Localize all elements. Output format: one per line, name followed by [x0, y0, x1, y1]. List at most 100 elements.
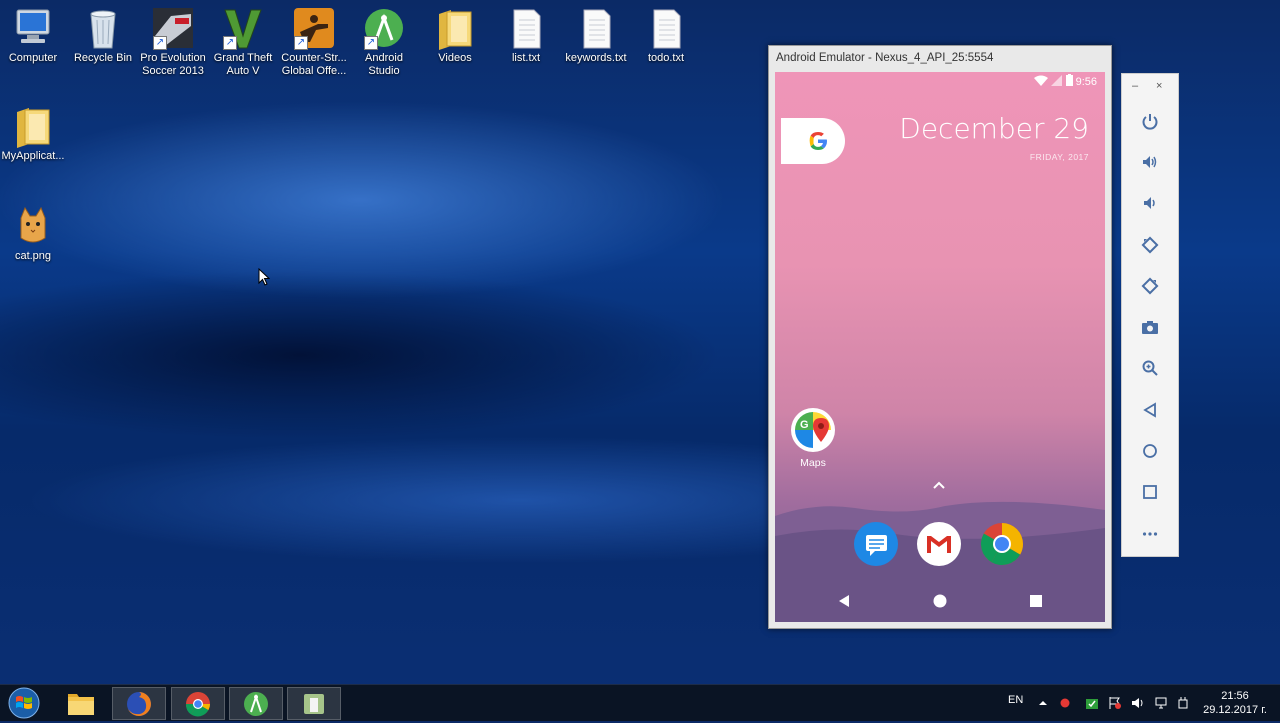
speaker-icon[interactable] [1131, 696, 1145, 710]
windows-logo-icon [8, 687, 40, 719]
computer-desktop-icon[interactable]: Computer [0, 6, 69, 65]
android-emulator-window[interactable]: Android Emulator - Nexus_4_API_25:5554 9… [768, 45, 1112, 629]
volume-up-button[interactable] [1122, 141, 1178, 182]
home-nav-button[interactable] [933, 594, 947, 611]
shortcut-arrow-icon: ↗ [153, 36, 167, 50]
power-icon [1142, 113, 1158, 130]
emulator-title: Android Emulator - Nexus_4_API_25:5554 [776, 52, 994, 64]
desktop-icon-label: Computer [8, 52, 58, 64]
taskbar-emulator[interactable] [287, 687, 341, 720]
google-search-widget[interactable] [781, 118, 845, 164]
shortcut-arrow-icon: ↗ [223, 36, 237, 50]
date-weekday: FRIDAY, 2017 [1029, 152, 1089, 162]
desktop-icon-label: Counter-Str... Global Offe... [281, 52, 347, 77]
start-button[interactable] [4, 686, 44, 720]
more-options-button[interactable] [1122, 513, 1178, 554]
more-dots-icon [1142, 532, 1158, 536]
shortcut-arrow-icon: ↗ [294, 36, 308, 50]
android-studio-taskbar-icon [244, 691, 268, 716]
maps-app-shortcut[interactable]: G Maps [791, 408, 835, 469]
maps-label: Maps [800, 457, 826, 469]
gmail-app-icon[interactable] [917, 522, 961, 566]
csgo-icon: ↗ [292, 6, 336, 50]
power-plug-icon[interactable] [1176, 696, 1190, 710]
camera-icon [1142, 321, 1158, 335]
language-indicator[interactable]: EN [1008, 694, 1023, 706]
svg-text:G: G [800, 419, 809, 431]
update-check-tray-icon[interactable] [1085, 696, 1099, 710]
folder-icon [11, 104, 55, 148]
desktop-icon-label: cat.png [14, 250, 52, 262]
list-txt-desktop-icon[interactable]: list.txt [490, 6, 562, 65]
wifi-icon [1034, 75, 1051, 88]
videos-desktop-icon[interactable]: Videos [419, 6, 491, 65]
volume-up-icon [1143, 155, 1157, 168]
emulator-toolbar: – × [1121, 73, 1179, 557]
android-status-bar: 9:56 [775, 72, 1105, 92]
android-studio-icon: ↗ [362, 6, 406, 50]
text-file-icon [574, 6, 618, 50]
recycle-bin-desktop-icon[interactable]: Recycle Bin [67, 6, 139, 65]
back-button[interactable] [1122, 389, 1178, 430]
network-icon[interactable] [1154, 696, 1168, 710]
desktop-icon-label: Pro Evolution Soccer 2013 [140, 52, 206, 77]
overview-button[interactable] [1122, 472, 1178, 513]
taskbar-android-studio[interactable] [229, 687, 283, 720]
zoom-icon [1142, 360, 1158, 377]
minimize-icon[interactable]: – [1132, 80, 1138, 92]
desktop-icon-label: todo.txt [647, 52, 685, 64]
pes-2013-desktop-icon[interactable]: ↗ Pro Evolution Soccer 2013 [137, 6, 209, 78]
chrome-app-icon[interactable] [980, 522, 1024, 566]
android-home-screen[interactable]: 9:56 December 29 FRIDAY, 2017 G Maps [775, 72, 1105, 622]
rotate-right-button[interactable] [1122, 265, 1178, 306]
taskbar-clock[interactable]: 21:56 29.12.2017 г. [1198, 689, 1272, 717]
firefox-icon [127, 691, 151, 716]
taskbar: EN 21:56 29.12.2017 г. [0, 684, 1280, 721]
emulator-toolbar-header: – × [1122, 74, 1178, 100]
pes-game-icon: ↗ [151, 6, 195, 50]
taskbar-chrome[interactable] [171, 687, 225, 720]
desktop-icon-label: Grand Theft Auto V [213, 52, 273, 77]
desktop-icon-label: Android Studio [365, 52, 403, 77]
signal-icon [1051, 75, 1065, 88]
taskbar-firefox[interactable] [112, 687, 166, 720]
show-hidden-icons-icon[interactable] [1036, 696, 1050, 710]
rotate-right-icon [1141, 277, 1159, 295]
home-button[interactable] [1122, 430, 1178, 471]
close-icon[interactable]: × [1156, 80, 1162, 92]
date-widget[interactable]: December 29 [899, 112, 1089, 145]
android-studio-desktop-icon[interactable]: ↗ Android Studio [348, 6, 420, 78]
text-file-icon [644, 6, 688, 50]
rotate-left-icon [1141, 236, 1159, 254]
desktop-icon-label: Videos [438, 52, 472, 64]
csgo-desktop-icon[interactable]: ↗ Counter-Str... Global Offe... [278, 6, 350, 78]
power-button[interactable] [1122, 100, 1178, 141]
app-drawer-caret-icon[interactable] [931, 480, 947, 494]
flag-tray-icon[interactable] [1108, 696, 1122, 710]
rotate-left-button[interactable] [1122, 224, 1178, 265]
recents-nav-button[interactable] [1029, 594, 1043, 611]
google-maps-icon: G [791, 408, 835, 452]
zoom-button[interactable] [1122, 348, 1178, 389]
folder-icon [433, 6, 477, 50]
gta-v-desktop-icon[interactable]: ↗ Grand Theft Auto V [207, 6, 279, 78]
taskbar-file-explorer[interactable] [54, 687, 108, 720]
emulator-taskbar-icon [304, 693, 324, 714]
messages-app-icon[interactable] [854, 522, 898, 566]
file-explorer-icon [68, 693, 94, 715]
record-tray-icon[interactable] [1058, 696, 1072, 710]
myapplication-desktop-icon[interactable]: MyApplicat... [0, 104, 69, 163]
cat-image-icon [11, 204, 55, 248]
mouse-cursor-icon [258, 268, 270, 286]
text-file-icon [504, 6, 548, 50]
computer-icon [11, 6, 55, 50]
status-time: 9:56 [1075, 76, 1097, 88]
gta-v-icon: ↗ [221, 6, 265, 50]
cat-png-desktop-icon[interactable]: cat.png [0, 204, 69, 263]
volume-down-button[interactable] [1122, 183, 1178, 224]
screenshot-button[interactable] [1122, 306, 1178, 347]
todo-txt-desktop-icon[interactable]: todo.txt [630, 6, 702, 65]
shortcut-arrow-icon: ↗ [364, 36, 378, 50]
back-nav-button[interactable] [837, 594, 851, 611]
keywords-txt-desktop-icon[interactable]: keywords.txt [560, 6, 632, 65]
